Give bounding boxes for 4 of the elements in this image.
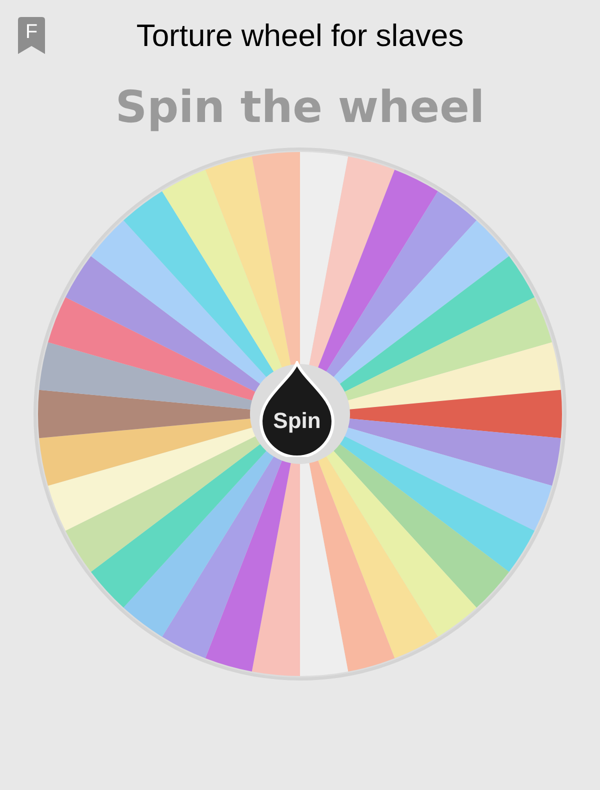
spin-button[interactable]: Spin <box>257 361 337 457</box>
wheel-heading: Spin the wheel <box>115 81 485 135</box>
page-title: Torture wheel for slaves <box>136 17 464 55</box>
bookmark-badge: F <box>18 17 45 54</box>
